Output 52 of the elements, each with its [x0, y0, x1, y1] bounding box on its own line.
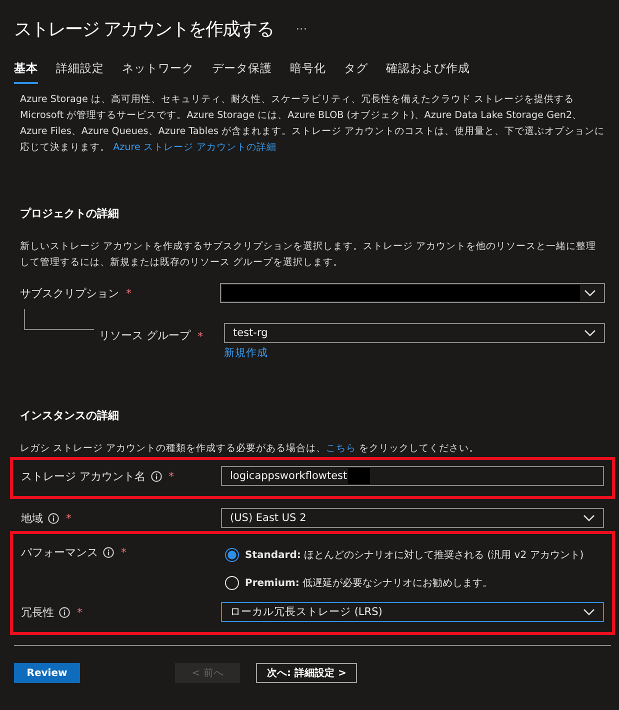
dropdown-field[interactable]: (US) East US 2: [221, 508, 604, 528]
field-label: ストレージ アカウント名: [21, 468, 146, 484]
field-value: logicappsworkflowtest: [230, 470, 348, 482]
field-label: 地域: [21, 510, 43, 526]
tab[interactable]: 基本: [14, 57, 38, 84]
tab[interactable]: 詳細設定: [56, 57, 104, 84]
tab[interactable]: データ保護: [212, 57, 272, 84]
option-label: Premium: 低遅延が必要なシナリオにお勧めします。: [245, 576, 493, 590]
dropdown-field[interactable]: [220, 283, 605, 303]
field-label: サブスクリプション: [20, 286, 119, 300]
tab[interactable]: 暗号化: [290, 57, 326, 84]
tab[interactable]: 確認および作成: [386, 57, 470, 84]
tab[interactable]: ネットワーク: [122, 57, 194, 84]
field-value: test-rg: [233, 327, 268, 339]
required-mark: *: [126, 286, 132, 300]
required-mark: *: [77, 606, 82, 618]
required-mark: *: [198, 330, 203, 343]
info-icon[interactable]: [150, 470, 162, 482]
description-text: Azure Storage は、高可用性、セキュリティ、耐久性、スケーラビリティ、冗長性を備えたクラウド ストレージを提供する Microsoft が管理するサービスです。Azure Storage には、Azure BLOB (オブジェクト)、Azure Data Lake Storage Gen2、Azure Files、Azure Queues、Azure Tables が含まれます。ストレージ アカウントのコストは、使用量と、下で選ぶオプションに応じて決まります。 Azure ストレージ アカウントの詳細: [20, 93, 605, 155]
info-icon[interactable]: [103, 546, 114, 558]
details-link[interactable]: Azure ストレージ アカウントの詳細: [113, 142, 276, 153]
tab[interactable]: タグ: [344, 57, 368, 84]
section-heading: プロジェクトの詳細: [20, 206, 120, 221]
section-description: 新しいストレージ アカウントを作成するサブスクリプションを選択します。ストレージ アカウントを他のリソースと一緒に整理して管理するには、新規または既存のリソース グループを選択します。: [20, 240, 598, 270]
chevron-down-icon: [584, 289, 596, 297]
option-label: Standard: ほとんどのシナリオに対して推奨される (汎用 v2 アカウント): [245, 548, 584, 562]
chevron-down-icon: [583, 514, 595, 522]
redaction-bar: [348, 468, 370, 484]
more-options-button[interactable]: ···: [296, 22, 308, 36]
info-icon[interactable]: [59, 606, 70, 618]
field-label: リソース グループ: [99, 328, 190, 343]
review-button[interactable]: Review: [14, 663, 80, 683]
input-field[interactable]: logicappsworkflowtest: [221, 466, 604, 486]
chevron-down-icon: [583, 608, 595, 616]
section-heading: インスタンスの詳細: [20, 408, 120, 423]
field-value: ローカル冗長ストレージ (LRS): [230, 605, 382, 619]
page-title: ストレージ アカウントを作成する: [14, 18, 274, 41]
required-mark: *: [66, 512, 72, 524]
required-mark: *: [121, 546, 126, 558]
legacy-note: レガシ ストレージ アカウントの種類を作成する必要がある場合は、こちら をクリックしてください。: [20, 442, 480, 456]
field-label: 冗長性: [21, 604, 54, 620]
info-icon[interactable]: [48, 512, 59, 524]
create-new-link[interactable]: 新規作成: [224, 346, 605, 360]
here-link[interactable]: こちら: [326, 443, 356, 454]
nav-button[interactable]: 次へ: 詳細設定 >: [256, 663, 358, 683]
chevron-down-icon: [584, 329, 596, 337]
field-value: (US) East US 2: [230, 512, 306, 524]
dropdown-field[interactable]: ローカル冗長ストレージ (LRS): [221, 602, 604, 622]
required-mark: *: [168, 470, 174, 482]
radio-button[interactable]: [225, 548, 239, 562]
dropdown-field[interactable]: test-rg: [224, 323, 605, 343]
field-label: パフォーマンス: [21, 544, 98, 560]
